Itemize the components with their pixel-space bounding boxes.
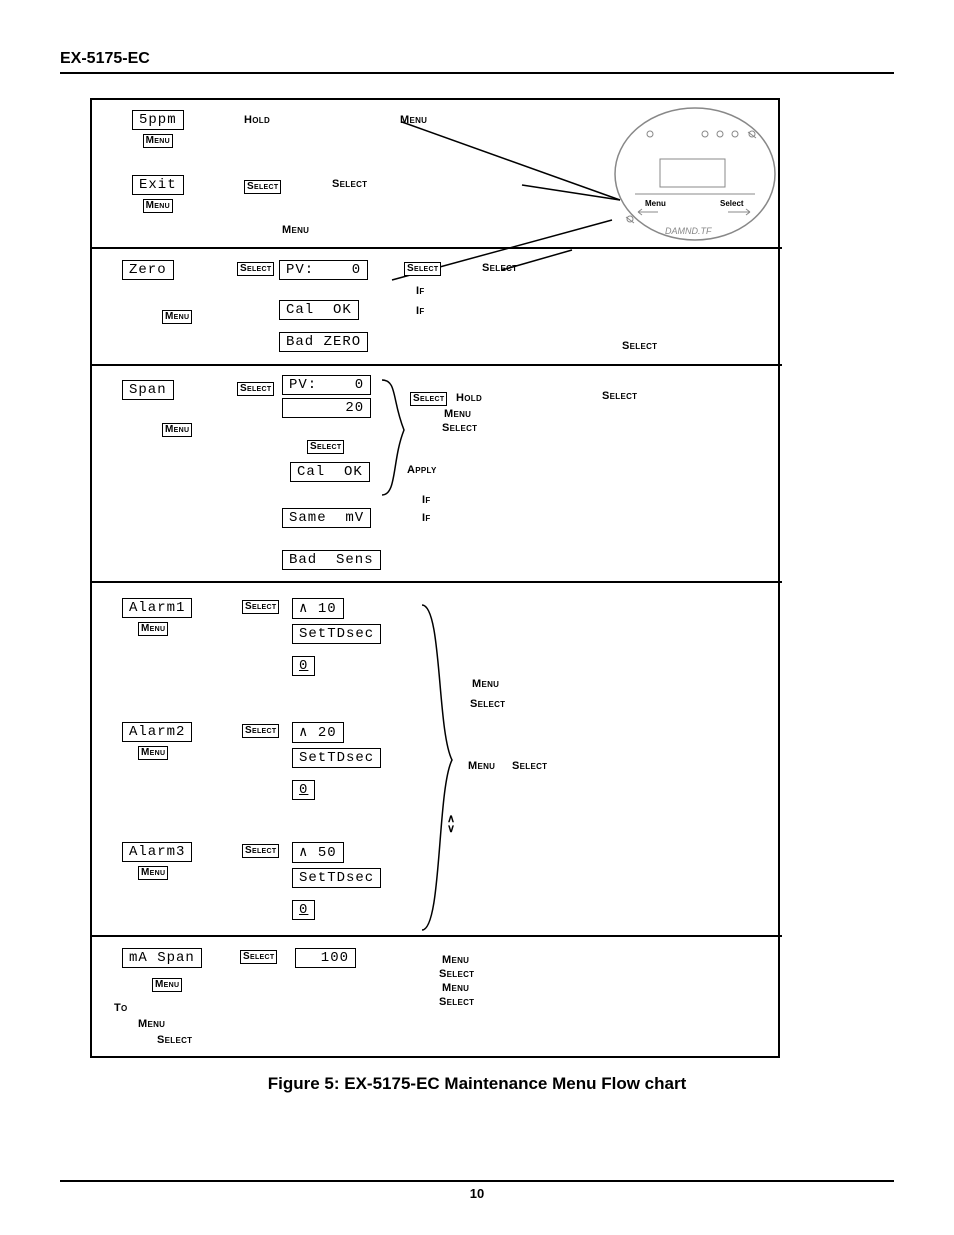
select-button[interactable]: Select	[410, 392, 447, 406]
hold-label: Hold	[244, 114, 270, 126]
to-label: To	[114, 1002, 128, 1014]
svg-text:Menu: Menu	[645, 199, 666, 208]
menu-label: Menu	[442, 982, 469, 994]
select-button[interactable]: Select	[242, 600, 279, 614]
select-button[interactable]: Select	[242, 724, 279, 738]
menu-button[interactable]: Menu	[138, 746, 168, 760]
lcd-alarm1: Alarm1	[122, 598, 192, 618]
menu-button[interactable]: Menu	[162, 423, 192, 437]
hold-label: Hold	[456, 392, 482, 404]
lcd-maspan: mA Span	[122, 948, 202, 968]
menu-label: Menu	[442, 954, 469, 966]
lcd-pv0b: PV: 0	[282, 375, 371, 395]
menu-label: Menu	[282, 224, 309, 236]
if-label: If	[416, 285, 425, 297]
lcd-0: 0	[292, 900, 315, 920]
select-button[interactable]: Select	[240, 950, 277, 964]
lcd-settd: SetTDsec	[292, 624, 381, 644]
lcd-0: 0	[292, 780, 315, 800]
select-label: Select	[332, 178, 367, 190]
select-label: Select	[470, 698, 505, 710]
lcd-badzero: Bad ZERO	[279, 332, 368, 352]
lcd-settd: SetTDsec	[292, 748, 381, 768]
menu-label: Menu	[400, 114, 427, 126]
lcd-zero: Zero	[122, 260, 174, 280]
page-footer: 10	[0, 1180, 954, 1201]
svg-text:DAMND.TF: DAMND.TF	[665, 226, 712, 236]
lcd-a20: ∧ 20	[292, 722, 344, 743]
apply-label: Apply	[407, 464, 437, 476]
svg-text:Select: Select	[720, 199, 744, 208]
lcd-5ppm: 5ppm	[132, 110, 184, 130]
select-button[interactable]: Select	[244, 180, 281, 194]
select-label: Select	[439, 968, 474, 980]
lcd-20: 20	[282, 398, 371, 418]
menu-label: Menu	[472, 678, 499, 690]
select-label: Select	[442, 422, 477, 434]
select-label: Select	[602, 390, 637, 402]
select-button[interactable]: Select	[307, 440, 344, 454]
select-button[interactable]: Select	[242, 844, 279, 858]
updown-label: ∧∨	[447, 814, 455, 834]
lcd-100: 100	[295, 948, 356, 968]
menu-label: Menu	[138, 1018, 165, 1030]
lcd-samemv: Same mV	[282, 508, 371, 528]
lcd-0: 0	[292, 656, 315, 676]
menu-label: Menu	[444, 408, 471, 420]
select-label: Select	[482, 262, 517, 274]
lcd-alarm3: Alarm3	[122, 842, 192, 862]
page-number: 10	[470, 1186, 484, 1201]
menu-button[interactable]: Menu	[143, 134, 173, 148]
menu-button[interactable]: Menu	[152, 978, 182, 992]
select-label: Select	[622, 340, 657, 352]
lcd-exit: Exit	[132, 175, 184, 195]
lcd-alarm2: Alarm2	[122, 722, 192, 742]
lcd-calok2: Cal OK	[290, 462, 370, 482]
lcd-settd: SetTDsec	[292, 868, 381, 888]
select-label: Select	[157, 1034, 192, 1046]
select-label: Select	[439, 996, 474, 1008]
lcd-badsens: Bad Sens	[282, 550, 381, 570]
if-label: If	[422, 512, 431, 524]
lcd-a50: ∧ 50	[292, 842, 344, 863]
menu-button[interactable]: Menu	[138, 622, 168, 636]
menu-button[interactable]: Menu	[138, 866, 168, 880]
figure-caption: Figure 5: EX-5175-EC Maintenance Menu Fl…	[60, 1074, 894, 1094]
page-header: EX-5175-EC	[60, 50, 894, 74]
menu-label: Menu	[468, 760, 495, 772]
menu-button[interactable]: Menu	[162, 310, 192, 324]
flow-diagram: 5ppm Menu Hold Menu Exit Menu Select Sel…	[90, 98, 780, 1058]
select-button[interactable]: Select	[237, 382, 274, 396]
select-button[interactable]: Select	[237, 262, 274, 276]
lcd-span: Span	[122, 380, 174, 400]
lcd-a10: ∧ 10	[292, 598, 344, 619]
lcd-calok: Cal OK	[279, 300, 359, 320]
menu-button[interactable]: Menu	[143, 199, 173, 213]
select-button[interactable]: Select	[404, 262, 441, 276]
if-label: If	[416, 305, 425, 317]
lcd-pv0: PV: 0	[279, 260, 368, 280]
select-label: Select	[512, 760, 547, 772]
if-label: If	[422, 494, 431, 506]
